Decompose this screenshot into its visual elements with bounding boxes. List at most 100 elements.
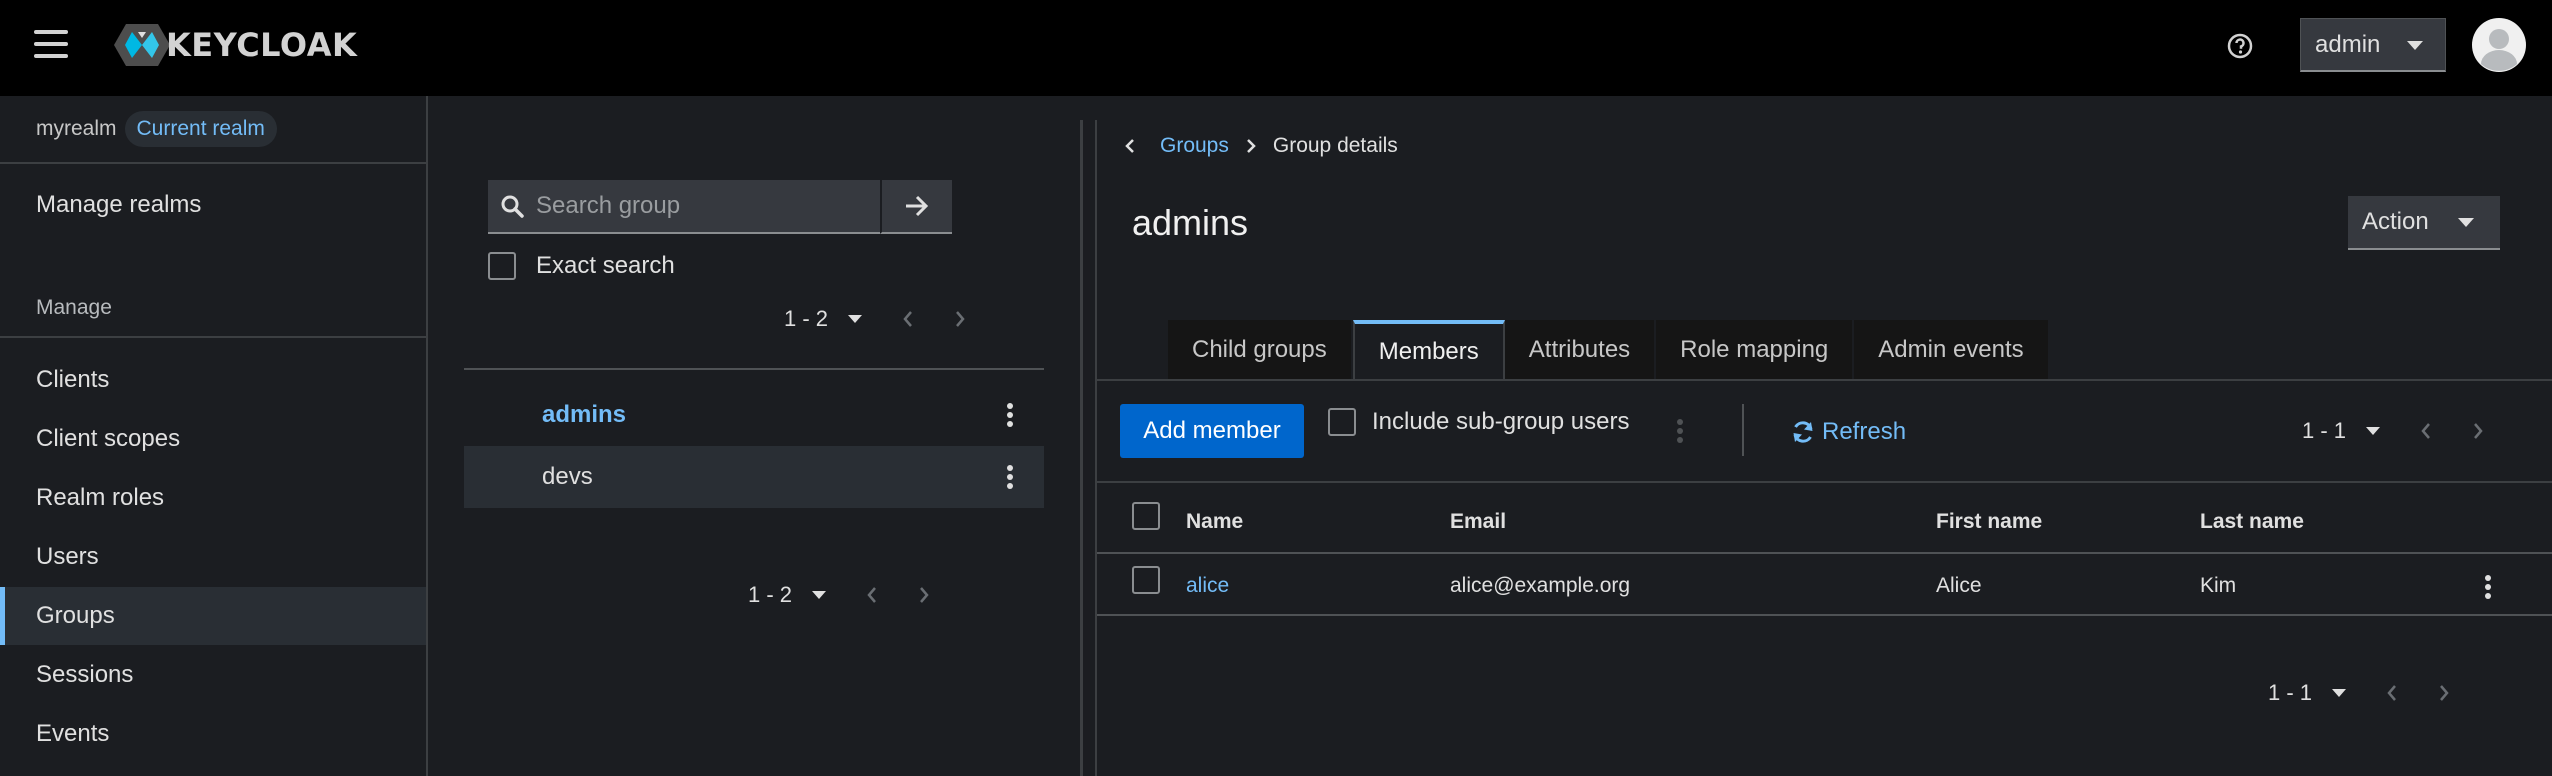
pager-count: 1 - 2 [784, 306, 829, 331]
sidebar-item-clients[interactable]: Clients [0, 351, 426, 409]
detail-tabs: Child groups Members Attributes Role map… [1168, 320, 2050, 380]
row-kebab-icon[interactable] [2484, 574, 2492, 600]
help-icon[interactable] [2224, 30, 2256, 62]
sidebar-item-realm-roles[interactable]: Realm roles [0, 469, 426, 527]
group-tree-item-label: devs [542, 463, 593, 490]
add-member-button[interactable]: Add member [1120, 404, 1304, 458]
pager-prev-icon[interactable] [2386, 683, 2398, 703]
tab-role-mapping[interactable]: Role mapping [1656, 320, 1855, 380]
nav-divider [0, 336, 426, 338]
arrow-right-icon [906, 195, 929, 217]
avatar[interactable] [2472, 18, 2526, 72]
pager-count: 1 - 2 [748, 582, 793, 607]
exact-search-checkbox[interactable] [488, 252, 516, 280]
refresh-icon [1793, 421, 1813, 443]
pager-count: 1 - 1 [2268, 680, 2313, 705]
tabs-divider [1097, 379, 2552, 381]
action-dropdown-label: Action [2362, 208, 2429, 235]
include-subgroup-checkbox[interactable] [1328, 408, 1356, 436]
breadcrumb-groups-link[interactable]: Groups [1160, 134, 1229, 158]
sidebar-item-manage-realms[interactable]: Manage realms [0, 176, 426, 234]
pager-caret-down-icon[interactable] [812, 590, 827, 600]
group-tree-item-label: admins [542, 401, 627, 428]
current-realm-badge: Current realm [124, 111, 277, 147]
column-header-first-name[interactable]: First name [1936, 510, 2042, 534]
member-name-link[interactable]: alice [1186, 574, 1229, 598]
members-pager-bottom: 1 - 1 [2268, 680, 2450, 706]
tab-members[interactable]: Members [1352, 320, 1505, 380]
pager-caret-down-icon[interactable] [2366, 426, 2381, 436]
sidebar-item-sessions[interactable]: Sessions [0, 646, 426, 704]
select-all-checkbox[interactable] [1132, 502, 1160, 530]
members-pager-top: 1 - 1 [2302, 418, 2484, 444]
exact-search-option: Exact search [488, 252, 675, 280]
include-subgroup-option: Include sub-group users [1328, 408, 1629, 436]
group-tree-item-devs[interactable]: devs [464, 446, 1044, 508]
member-email: alice@example.org [1450, 574, 1631, 597]
sidebar-item-client-scopes[interactable]: Client scopes [0, 410, 426, 468]
kebab-menu-icon[interactable] [1006, 464, 1014, 490]
table-row-divider [1097, 614, 2552, 616]
detail-panel-border [1095, 120, 1097, 776]
keycloak-logo[interactable]: KEYCLOAK [112, 22, 357, 68]
sidebar-item-users[interactable]: Users [0, 528, 426, 586]
pager-prev-icon[interactable] [866, 585, 878, 605]
pager-caret-down-icon[interactable] [2332, 688, 2347, 698]
page-title: admins [1132, 202, 1249, 243]
toolbar-kebab-icon[interactable] [1676, 418, 1684, 444]
sidebar-item-groups[interactable]: Groups [0, 587, 426, 645]
pager-prev-icon[interactable] [902, 309, 914, 329]
nav-section-title-manage: Manage [36, 296, 112, 319]
back-chevron-icon[interactable] [1124, 136, 1136, 156]
pager-next-icon[interactable] [2472, 421, 2484, 441]
group-search-box [488, 180, 880, 234]
column-header-email[interactable]: Email [1450, 510, 1506, 534]
breadcrumb: Groups Group details [1124, 134, 1398, 158]
hamburger-menu-icon[interactable] [34, 28, 70, 60]
pager-next-icon[interactable] [918, 585, 930, 605]
include-subgroup-label: Include sub-group users [1372, 408, 1630, 435]
keycloak-logo-icon [114, 24, 170, 66]
kebab-menu-icon[interactable] [1006, 402, 1014, 428]
toolbar-divider [1742, 404, 1744, 456]
group-search-input[interactable] [536, 192, 876, 220]
caret-down-icon [2407, 41, 2423, 50]
tab-admin-events[interactable]: Admin events [1854, 320, 2050, 380]
column-header-last-name[interactable]: Last name [2200, 510, 2304, 534]
logo-text: KEYCLOAK [166, 26, 358, 64]
sidebar: myrealm Current realm Manage realms Mana… [0, 96, 428, 776]
refresh-button[interactable]: Refresh [1790, 418, 1906, 446]
exact-search-label: Exact search [536, 252, 675, 279]
column-header-name[interactable]: Name [1186, 510, 1243, 534]
group-tree-pager-bottom: 1 - 2 [748, 582, 930, 608]
pager-count: 1 - 1 [2302, 418, 2347, 443]
realm-name: myrealm [36, 117, 117, 140]
table-header-divider [1097, 552, 2552, 554]
panel-splitter[interactable] [1080, 120, 1083, 776]
pager-next-icon[interactable] [2438, 683, 2450, 703]
pager-next-icon[interactable] [954, 309, 966, 329]
member-first-name: Alice [1936, 574, 1982, 597]
action-dropdown[interactable]: Action [2348, 196, 2500, 250]
masthead: KEYCLOAK admin [0, 0, 2552, 96]
breadcrumb-current: Group details [1272, 134, 1398, 157]
pager-prev-icon[interactable] [2420, 421, 2432, 441]
search-submit-button[interactable] [880, 180, 952, 234]
realm-selector[interactable]: myrealm Current realm [0, 96, 426, 164]
search-icon [501, 195, 524, 218]
user-dropdown-label: admin [2315, 30, 2381, 58]
caret-down-icon [2458, 218, 2474, 227]
group-tree-item-admins[interactable]: admins [464, 384, 1044, 446]
sidebar-item-events[interactable]: Events [0, 705, 426, 763]
tab-attributes[interactable]: Attributes [1504, 320, 1657, 380]
group-tree-pager-top: 1 - 2 [784, 306, 966, 332]
tab-child-groups[interactable]: Child groups [1168, 320, 1353, 380]
member-last-name: Kim [2200, 574, 2237, 597]
user-dropdown[interactable]: admin [2300, 18, 2446, 72]
table-top-border [1097, 481, 2552, 483]
pager-caret-down-icon[interactable] [848, 314, 863, 324]
chevron-right-icon [1246, 139, 1256, 153]
row-select-checkbox[interactable] [1132, 566, 1160, 594]
tree-divider [464, 368, 1044, 370]
refresh-label: Refresh [1822, 418, 1907, 445]
